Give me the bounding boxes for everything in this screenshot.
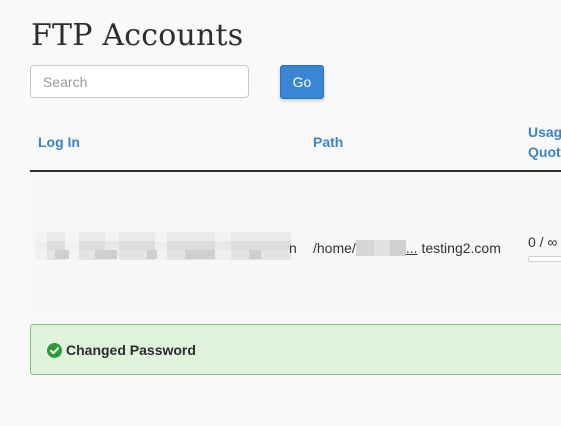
column-header-usage-line2: Quot bbox=[528, 144, 561, 160]
path-expand-link[interactable]: ... bbox=[406, 240, 418, 256]
search-input[interactable] bbox=[30, 65, 249, 98]
column-header-usage-line1: Usag bbox=[528, 124, 561, 140]
redacted-login-value bbox=[35, 232, 291, 260]
go-button[interactable]: Go bbox=[280, 65, 324, 99]
column-header-login[interactable]: Log In bbox=[38, 132, 80, 152]
path-prefix: /home/ bbox=[313, 240, 356, 256]
redacted-path-segment bbox=[355, 240, 406, 256]
column-header-path[interactable]: Path bbox=[313, 132, 343, 152]
usage-quota-value: 0 / ∞ bbox=[528, 234, 558, 250]
ftp-accounts-page: FTP Accounts Go Log In Path Usag Quot n … bbox=[0, 0, 561, 426]
path-cell: /home/... testing2.com bbox=[313, 239, 501, 257]
usage-progress-bar bbox=[528, 256, 561, 262]
check-circle-icon bbox=[47, 343, 62, 358]
success-alert: Changed Password bbox=[30, 324, 561, 375]
page-title: FTP Accounts bbox=[31, 18, 244, 53]
column-header-usage-quota[interactable]: Usag Quot bbox=[528, 122, 561, 162]
alert-message: Changed Password bbox=[66, 342, 196, 358]
path-suffix: testing2.com bbox=[421, 240, 501, 256]
login-cell-visible-tail: n bbox=[289, 240, 297, 256]
